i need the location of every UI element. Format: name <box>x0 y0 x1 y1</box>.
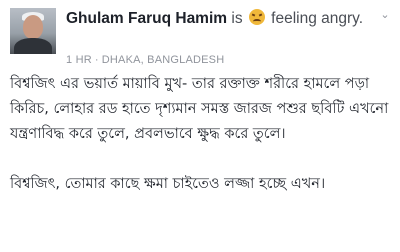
post-paragraph: বিশ্বজিৎ এর ভয়ার্ত মায়াবি মুখ- তার রক্… <box>10 76 389 142</box>
facebook-post: Ghulam Faruq Hamim is feeling angry. 1 H… <box>0 0 400 252</box>
meta-separator: · <box>94 54 99 66</box>
angry-face-emoji-icon <box>248 9 265 25</box>
avatar-shoulders <box>14 38 52 54</box>
post-body: বিশ্বজিৎ এর ভয়ার্ত মায়াবি মুখ- তার রক্… <box>10 72 392 197</box>
status-line: Ghulam Faruq Hamim is feeling angry. <box>66 9 388 29</box>
post-meta: 1 HR · DHAKA, BANGLADESH <box>66 54 224 66</box>
post-time[interactable]: 1 HR <box>66 54 92 66</box>
post-location[interactable]: DHAKA, BANGLADESH <box>102 54 225 66</box>
post-paragraph: বিশ্বজিৎ, তোমার কাছে ক্ষমা চাইতেও লজ্জা … <box>10 176 326 192</box>
avatar-face <box>23 15 43 39</box>
feeling-text: feeling angry. <box>266 10 364 27</box>
avatar[interactable] <box>10 8 56 54</box>
author-name[interactable]: Ghulam Faruq Hamim <box>66 10 227 27</box>
chevron-down-icon[interactable]: ⌄ <box>380 9 390 20</box>
post-header: Ghulam Faruq Hamim is feeling angry. 1 H… <box>10 8 390 66</box>
status-prefix: is <box>227 10 247 27</box>
